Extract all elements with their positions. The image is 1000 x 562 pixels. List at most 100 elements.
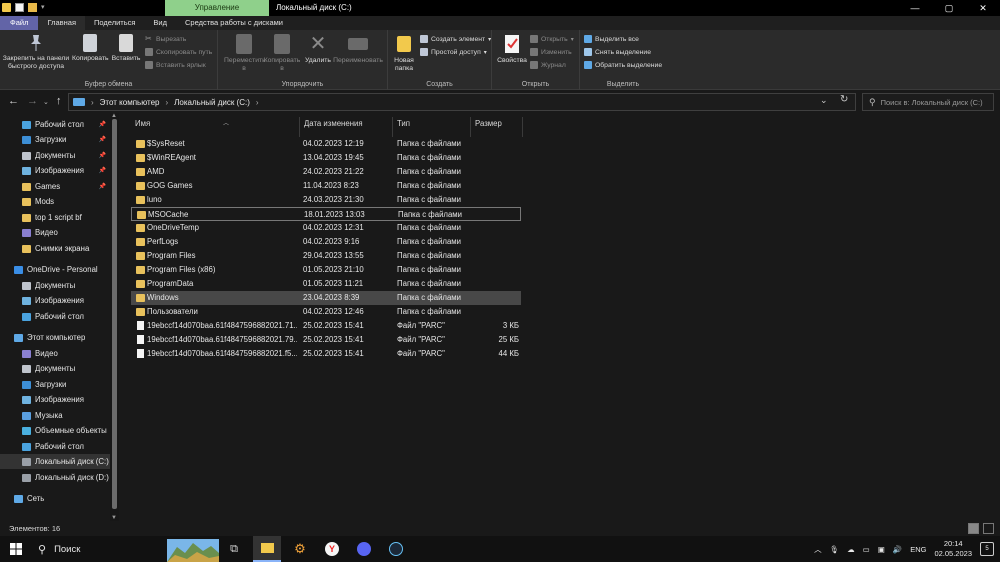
file-row[interactable]: 19ebccf14d070baa.61f4847596882021.79... 2… — [131, 333, 521, 347]
pin-icon[interactable]: 📌 — [99, 167, 106, 174]
nav-scrollbar[interactable]: ▲ ▼ — [110, 113, 119, 521]
nav-item[interactable]: Локальный диск (D:) — [0, 470, 110, 485]
nav-item[interactable]: Документы — [0, 278, 110, 293]
new-item-button[interactable]: Создать элемент ▾ — [420, 35, 491, 43]
nav-item[interactable]: Снимки экрана — [0, 241, 110, 256]
file-row[interactable]: Program Files (x86) 01.05.2023 21:10 Папка… — [131, 263, 521, 277]
steam-taskbar-button[interactable] — [382, 536, 410, 562]
easy-access-button[interactable]: Простой доступ ▾ — [420, 48, 487, 56]
tab-drive-tools[interactable]: Средства работы с дисками — [176, 16, 292, 30]
nav-item[interactable]: Видео — [0, 225, 110, 240]
up-arrow-icon[interactable]: ↑ — [56, 95, 62, 107]
pin-quick-access-button[interactable]: Закрепить на панели быстрого доступа — [2, 32, 70, 71]
properties-button[interactable]: Свойства — [496, 32, 528, 65]
tab-home[interactable]: Главная — [38, 16, 85, 30]
history-button[interactable]: Журнал — [530, 61, 566, 69]
file-row[interactable]: Windows 23.04.2023 8:39 Папка с файлами — [131, 291, 521, 305]
nav-item[interactable]: Games 📌 — [0, 179, 110, 194]
nav-item[interactable]: Рабочий стол — [0, 439, 110, 454]
select-none-button[interactable]: Снять выделение — [584, 48, 651, 56]
copy-to-button[interactable]: Копировать в — [262, 32, 302, 73]
details-view-icon[interactable] — [968, 523, 979, 534]
file-row[interactable]: luno 24.03.2023 21:30 Папка с файлами — [131, 193, 521, 207]
file-list[interactable]: Имя ︿ Дата изменения Тип Размер $SysRese… — [120, 113, 1000, 521]
nav-item[interactable]: Загрузки — [0, 377, 110, 392]
context-tab-manage[interactable]: Управление — [165, 0, 269, 16]
settings-taskbar-button[interactable]: ⚙ — [286, 536, 314, 562]
tab-share[interactable]: Поделиться — [85, 16, 144, 30]
notification-center-icon[interactable]: 5 — [980, 542, 994, 556]
copy-button[interactable]: Копировать — [72, 32, 109, 63]
file-row[interactable]: Пользователи 04.02.2023 12:46 Папка с файл… — [131, 305, 521, 319]
rename-button[interactable]: Переименовать — [332, 32, 384, 65]
select-all-button[interactable]: Выделить все — [584, 35, 639, 43]
forward-arrow-icon[interactable]: → — [27, 95, 38, 107]
paste-button[interactable]: Вставить — [110, 32, 142, 63]
nav-item[interactable]: Сеть — [0, 491, 110, 506]
pin-icon[interactable]: 📌 — [99, 121, 106, 128]
file-row[interactable]: Program Files 29.04.2023 13:55 Папка с фай… — [131, 249, 521, 263]
scrollbar-thumb[interactable] — [112, 119, 117, 509]
network-icon[interactable]: ▣ — [878, 545, 885, 554]
nav-item[interactable]: top 1 script bf — [0, 210, 110, 225]
minimize-button[interactable]: — — [898, 0, 932, 16]
nav-item[interactable]: Этот компьютер — [0, 330, 110, 345]
new-folder-button[interactable]: Новая папка — [390, 32, 418, 73]
nav-item[interactable]: Изображения — [0, 293, 110, 308]
delete-button[interactable]: ✕ Удалить — [302, 32, 334, 65]
breadcrumb-drive-c[interactable]: Локальный диск (C:) — [174, 98, 250, 107]
pin-icon[interactable]: 📌 — [99, 136, 106, 143]
nav-item[interactable]: Mods — [0, 194, 110, 209]
properties-quick-icon[interactable] — [15, 3, 24, 12]
file-row[interactable]: GOG Games 11.04.2023 8:23 Папка с файлами — [131, 179, 521, 193]
cut-button[interactable]: ✂ Вырезать — [145, 35, 186, 43]
address-bar[interactable]: › Этот компьютер › Локальный диск (C:) › — [68, 93, 856, 111]
chevron-up-icon[interactable]: ︿ — [814, 544, 822, 555]
navigation-pane[interactable]: Рабочий стол 📌 Загрузки 📌 Документы 📌 Изображе… — [0, 113, 120, 521]
nav-item[interactable]: OneDrive - Personal — [0, 262, 110, 277]
chevron-down-icon[interactable]: ▾ — [41, 3, 45, 12]
microphone-icon[interactable]: 🎙 — [830, 545, 840, 554]
pin-icon[interactable]: 📌 — [99, 152, 106, 159]
address-dropdown-icon[interactable]: ⌄ — [820, 95, 828, 106]
file-row[interactable]: PerfLogs 04.02.2023 9:16 Папка с файлами — [131, 235, 521, 249]
column-header-name[interactable]: Имя ︿ — [131, 117, 300, 137]
start-button[interactable] — [8, 536, 24, 562]
nav-item[interactable]: Видео — [0, 346, 110, 361]
breadcrumb-this-pc[interactable]: Этот компьютер — [100, 98, 160, 107]
nav-item[interactable]: Локальный диск (C:) — [0, 454, 110, 469]
column-header-size[interactable]: Размер — [471, 117, 523, 137]
tab-file[interactable]: Файл — [0, 16, 39, 30]
back-arrow-icon[interactable]: ← — [8, 95, 19, 107]
file-row[interactable]: $WinREAgent 13.04.2023 19:45 Папка с файла… — [131, 151, 521, 165]
nav-item[interactable]: Объемные объекты — [0, 423, 110, 438]
explorer-taskbar-button[interactable] — [253, 536, 281, 562]
nav-item[interactable]: Документы — [0, 361, 110, 376]
file-row[interactable]: 19ebccf14d070baa.61f48475968820​21.71...… — [131, 319, 521, 333]
nav-item[interactable]: Изображения — [0, 392, 110, 407]
copy-path-button[interactable]: Скопировать путь — [145, 48, 212, 56]
file-row[interactable]: OneDriveTemp 04.02.2023 12:31 Папка с файл… — [131, 221, 521, 235]
column-header-date[interactable]: Дата изменения — [300, 117, 393, 137]
file-row[interactable]: MSOCache 18.01.2023 13:03 Папка с файлами — [131, 207, 521, 221]
edit-button[interactable]: Изменить — [530, 48, 572, 56]
nav-item[interactable]: Рабочий стол — [0, 309, 110, 324]
clock[interactable]: 20:14 02.05.2023 — [934, 539, 972, 559]
file-row[interactable]: AMD 24.02.2023 21:22 Папка с файлами — [131, 165, 521, 179]
tab-view[interactable]: Вид — [144, 16, 176, 30]
discord-taskbar-button[interactable] — [350, 536, 378, 562]
volume-icon[interactable]: 🔊 — [893, 545, 902, 554]
close-button[interactable]: ✕ — [966, 0, 1000, 16]
search-input[interactable]: ⚲ Поиск в: Локальный диск (C:) — [862, 93, 994, 111]
refresh-icon[interactable]: ↻ — [840, 94, 848, 105]
open-button[interactable]: Открыть ▾ — [530, 35, 574, 43]
file-row[interactable]: 19ebccf14d070baa.61f4847596882021.f5... 2… — [131, 347, 521, 361]
yandex-browser-taskbar-button[interactable]: Y — [318, 536, 346, 562]
maximize-button[interactable]: ▢ — [932, 0, 966, 16]
language-indicator[interactable]: ENG — [910, 545, 926, 554]
large-icons-view-icon[interactable] — [983, 523, 994, 534]
task-view-button[interactable]: ⧉ — [220, 536, 248, 562]
nav-item[interactable]: Документы 📌 — [0, 148, 110, 163]
file-row[interactable]: $SysReset 04.02.2023 12:19 Папка с файлами — [131, 137, 521, 151]
file-row[interactable]: ProgramData 01.05.2023 11:21 Папка с файла… — [131, 277, 521, 291]
